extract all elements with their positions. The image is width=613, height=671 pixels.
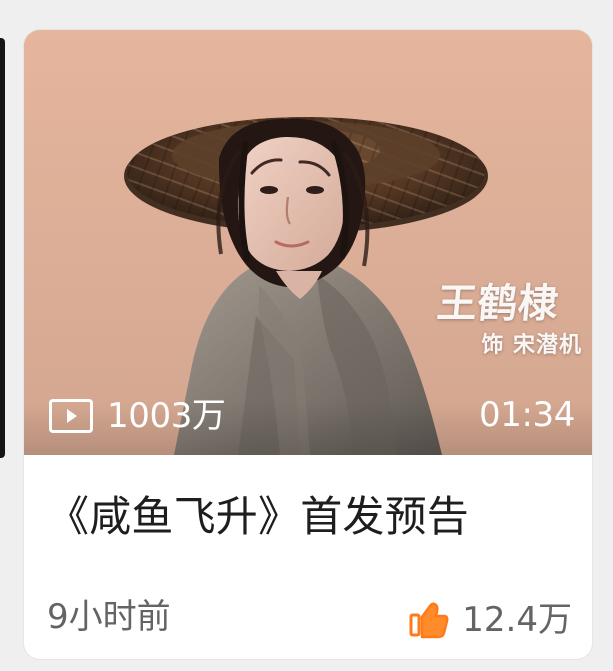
video-title[interactable]: 《咸鱼飞升》首发预告 — [47, 492, 567, 542]
previous-card-edge — [0, 38, 5, 458]
like-button[interactable]: 12.4万 — [408, 597, 572, 643]
video-card[interactable]: 王鹤棣 饰 宋潜机 1003万 01:34 《咸鱼飞升》首发预告 9小时前 12… — [24, 30, 592, 659]
thumbnail-image — [24, 30, 592, 455]
video-thumbnail[interactable]: 王鹤棣 饰 宋潜机 1003万 01:34 — [24, 30, 592, 455]
video-duration: 01:34 — [479, 395, 575, 435]
page: 王鹤棣 饰 宋潜机 1003万 01:34 《咸鱼飞升》首发预告 9小时前 12… — [0, 0, 613, 671]
play-count-row: 1003万 — [49, 396, 226, 436]
card-footer: 9小时前 12.4万 — [47, 597, 572, 643]
like-count: 12.4万 — [462, 600, 572, 640]
role-overlay: 饰 宋潜机 — [481, 332, 582, 358]
actor-name-overlay: 王鹤棣 — [434, 280, 561, 327]
publish-time: 9小时前 — [47, 597, 171, 637]
play-icon — [49, 399, 93, 433]
play-count: 1003万 — [107, 396, 226, 436]
thumbs-up-icon — [409, 602, 449, 639]
